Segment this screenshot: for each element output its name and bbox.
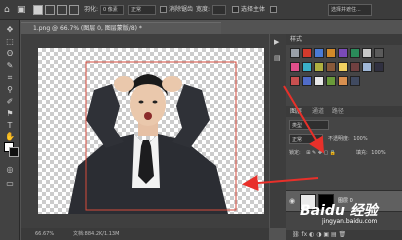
lock-label: 锁定: (289, 150, 301, 156)
subtract-selection-button[interactable] (57, 5, 67, 15)
style-swatch[interactable] (350, 48, 360, 58)
antialias-label: 消除锯齿 (169, 6, 194, 13)
lock-icons[interactable]: ⊞ ✎ ✥ ▢ 🔒 (306, 150, 336, 156)
watermark-brand: Baidu 经验 (300, 203, 378, 219)
layers-tab[interactable]: 图层 (290, 108, 302, 115)
styles-panel-title: 样式 (286, 34, 402, 45)
feather-label: 羽化: (84, 6, 99, 13)
style-swatch[interactable] (314, 76, 324, 86)
fill-control: 填充: 100% (356, 148, 386, 158)
style-swatch[interactable] (362, 62, 372, 72)
watermark-url: jingyan.baidu.com (322, 218, 378, 225)
width-input[interactable] (212, 5, 226, 15)
style-swatch[interactable] (374, 48, 384, 58)
eyedropper-tool-icon[interactable]: ⚲ (4, 84, 16, 95)
panel-icon-strip: ▶ ▤ (270, 34, 286, 228)
fill-label: 填充: (356, 150, 368, 156)
background-color-swatch[interactable] (9, 147, 19, 157)
play-icon[interactable]: ▶ (274, 38, 279, 46)
style-swatch[interactable] (314, 62, 324, 72)
options-bar: ⌂ ▣ 羽化: 0 像素 正常 消除锯齿 宽度: 选择主体 选择并遮住... (0, 0, 402, 20)
style-swatch[interactable] (362, 48, 372, 58)
styles-tab[interactable]: 样式 (290, 36, 302, 43)
left-eye (138, 100, 144, 104)
style-swatch[interactable] (290, 76, 300, 86)
layers-bottom-bar: ⛓ fx ◐ ◑ ▣ ▤ 🗑 (286, 230, 402, 240)
enhance-checkbox[interactable] (270, 6, 277, 13)
style-swatch[interactable] (374, 62, 384, 72)
style-swatch[interactable] (290, 62, 300, 72)
style-swatch[interactable] (338, 48, 348, 58)
subject-button[interactable]: 选择主体 (241, 3, 265, 17)
screen-mode-icon[interactable]: ▭ (4, 178, 16, 189)
transparent-canvas[interactable] (38, 48, 264, 214)
sample-checkbox[interactable] (232, 6, 239, 13)
feather-input[interactable]: 0 像素 (100, 5, 124, 15)
layer-filter-label: 类型 (292, 123, 303, 129)
stamp-tool-icon[interactable]: ⚑ (4, 108, 16, 119)
opacity-label: 不透明度: (328, 136, 350, 142)
brush-tool-icon[interactable]: ✐ (4, 96, 16, 107)
intersect-selection-button[interactable] (69, 5, 79, 15)
mouth (144, 112, 152, 120)
lock-row: 锁定: ⊞ ✎ ✥ ▢ 🔒 (289, 148, 336, 158)
new-selection-button[interactable] (33, 5, 43, 15)
subject-photo (68, 61, 237, 214)
style-swatch[interactable] (314, 48, 324, 58)
document-size: 文档:884.2K/1.13M (73, 231, 120, 237)
layers-panel-header: 图层 通道 路径 (286, 106, 402, 117)
right-arm (172, 84, 210, 148)
document-title: 1.png @ 66.7% (图层 0, 图层蒙版/8) * (33, 25, 142, 32)
style-dropdown[interactable]: 正常 (128, 5, 156, 15)
status-bar: 66.67% 文档:884.2K/1.13M (21, 228, 269, 240)
marquee-tool-icon[interactable]: ⬚ (4, 36, 16, 47)
paths-tab[interactable]: 路径 (332, 108, 344, 115)
link-layers-icon[interactable]: ⛓ fx ◐ ◑ ▣ ▤ 🗑 (292, 231, 346, 238)
style-swatch[interactable] (350, 76, 360, 86)
channels-tab[interactable]: 通道 (312, 108, 324, 115)
style-swatch[interactable] (338, 76, 348, 86)
text-tool-icon[interactable]: T (4, 120, 16, 131)
toolbar: ✥ ⬚ ʘ ✎ ⌗ ⚲ ✐ ⚑ T ✋ ◎ ▭ (0, 20, 20, 240)
left-hand (114, 76, 134, 92)
hand-tool-icon[interactable]: ✋ (4, 131, 16, 142)
width-label: 宽度: (196, 6, 211, 13)
style-swatch[interactable] (326, 62, 336, 72)
visibility-eye-icon[interactable]: ◉ (289, 197, 295, 205)
opacity-control: 不透明度: 100% (328, 134, 368, 144)
watermark: Baidu 经验 jingyan.baidu.com (300, 200, 378, 225)
right-hand (162, 76, 182, 92)
blend-mode-dropdown[interactable]: 正常 (289, 134, 323, 144)
blend-mode-value: 正常 (292, 137, 303, 143)
quick-select-tool-icon[interactable]: ✎ (4, 60, 16, 71)
style-swatch[interactable] (290, 48, 300, 58)
add-selection-button[interactable] (45, 5, 55, 15)
canvas-area[interactable] (21, 34, 269, 228)
style-swatch[interactable] (326, 48, 336, 58)
style-swatch[interactable] (302, 62, 312, 72)
document-tab[interactable]: 1.png @ 66.7% (图层 0, 图层蒙版/8) * (21, 22, 221, 34)
style-swatch[interactable] (302, 76, 312, 86)
marquee-tool-icon[interactable]: ▣ (17, 3, 26, 17)
photoshop-window: ⌂ ▣ 羽化: 0 像素 正常 消除锯齿 宽度: 选择主体 选择并遮住... ✥… (0, 0, 402, 240)
left-arm (86, 84, 124, 148)
crop-tool-icon[interactable]: ⌗ (4, 72, 16, 83)
opacity-value[interactable]: 100% (353, 136, 367, 142)
style-swatch[interactable] (326, 76, 336, 86)
zoom-level[interactable]: 66.67% (35, 228, 54, 240)
style-swatch[interactable] (350, 62, 360, 72)
quick-mask-icon[interactable]: ◎ (4, 164, 16, 175)
layer-filter-dropdown[interactable]: 类型 (289, 120, 329, 130)
home-icon[interactable]: ⌂ (4, 3, 10, 17)
fill-value[interactable]: 100% (371, 150, 385, 156)
move-tool-icon[interactable]: ✥ (4, 24, 16, 35)
right-eye (152, 100, 158, 104)
select-and-mask-button[interactable]: 选择并遮住... (328, 4, 372, 16)
style-swatch[interactable] (302, 48, 312, 58)
lasso-tool-icon[interactable]: ʘ (4, 48, 16, 59)
antialias-checkbox[interactable] (160, 6, 167, 13)
history-icon[interactable]: ▤ (274, 54, 281, 62)
style-swatch[interactable] (338, 62, 348, 72)
